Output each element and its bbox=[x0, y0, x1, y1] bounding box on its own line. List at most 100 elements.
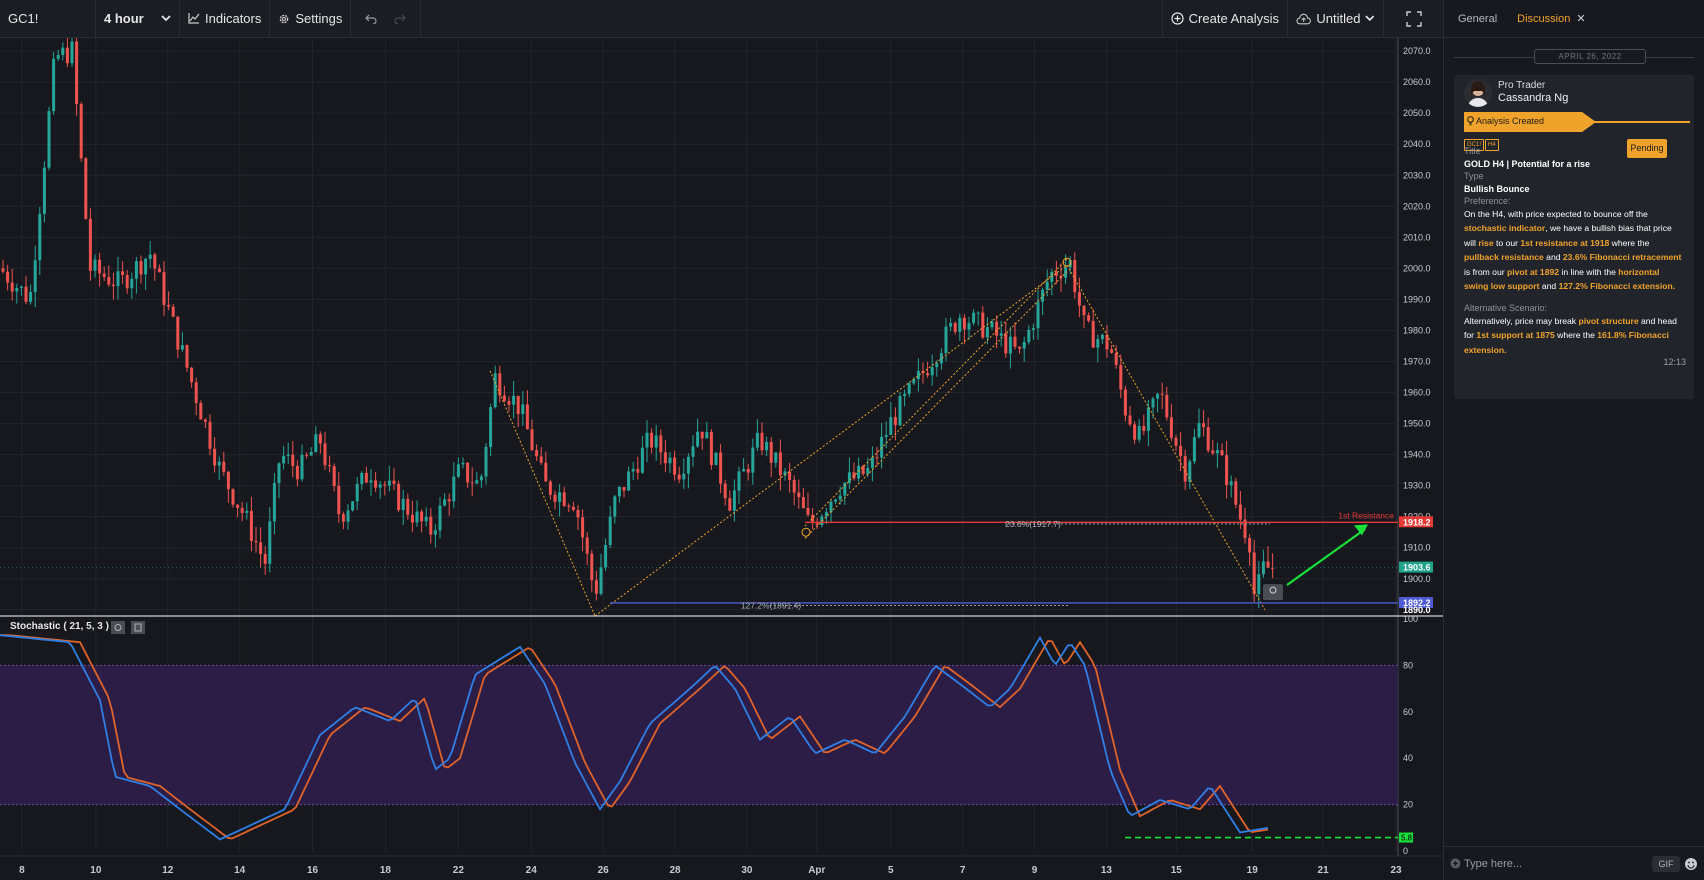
comment-input[interactable] bbox=[1464, 856, 1624, 872]
chart-toolbar: GC1! 4 hour Indicators Settings Create A… bbox=[0, 0, 1443, 38]
redo-icon[interactable] bbox=[394, 14, 407, 24]
emoji-icon[interactable] bbox=[1684, 857, 1698, 871]
candle-body bbox=[245, 510, 249, 513]
candle-body bbox=[824, 512, 828, 517]
fullscreen-button[interactable] bbox=[1383, 0, 1443, 38]
date-tick-label: 15 bbox=[1171, 865, 1183, 876]
status-badge: Pending bbox=[1627, 139, 1667, 158]
candle-body bbox=[461, 462, 465, 465]
candle-body bbox=[525, 404, 529, 430]
candle-body bbox=[884, 434, 888, 437]
settings-button[interactable]: Settings bbox=[270, 0, 352, 38]
candle-body bbox=[1, 268, 5, 272]
chevron-down-icon bbox=[161, 15, 171, 22]
preference-text: On the H4, with price expected to bounce… bbox=[1464, 207, 1686, 293]
indicators-icon bbox=[188, 13, 200, 24]
candle-body bbox=[594, 580, 598, 594]
candle-body bbox=[1105, 334, 1109, 350]
body-text: and bbox=[1539, 281, 1559, 292]
date-tick-label: 8 bbox=[19, 865, 25, 876]
cloud-upload-icon bbox=[1296, 13, 1311, 24]
candle-body bbox=[875, 457, 879, 459]
type-label: Type bbox=[1464, 171, 1484, 181]
close-icon[interactable]: ✕ bbox=[1576, 12, 1585, 25]
date-tick-label: 12 bbox=[162, 865, 174, 876]
candle-body bbox=[723, 483, 727, 499]
candle-body bbox=[199, 402, 203, 420]
price-tick-label: 1970.0 bbox=[1403, 356, 1431, 366]
plus-circle-icon[interactable] bbox=[1450, 858, 1461, 869]
fib-23-label: 23.6%(1917.7) bbox=[1005, 519, 1061, 529]
candle-body bbox=[116, 271, 120, 287]
indicator-remove-button[interactable] bbox=[131, 621, 145, 634]
candle-body bbox=[834, 499, 838, 502]
banner-line bbox=[1592, 121, 1690, 123]
tab-discussion[interactable]: Discussion ✕ bbox=[1517, 12, 1585, 26]
candle-body bbox=[355, 483, 359, 502]
alternative-text: Alternatively, price may break pivot str… bbox=[1464, 314, 1686, 357]
candle-body bbox=[466, 462, 470, 483]
price-badge-label: 1903.6 bbox=[1403, 563, 1431, 573]
date-tick-label: 23 bbox=[1390, 865, 1402, 876]
candle-body bbox=[1169, 417, 1173, 438]
fullscreen-icon bbox=[1405, 10, 1422, 27]
candle-body bbox=[1004, 333, 1008, 354]
price-tick-label: 2030.0 bbox=[1403, 170, 1431, 180]
create-analysis-button[interactable]: Create Analysis bbox=[1161, 0, 1287, 38]
highlight-text: stochastic indicator bbox=[1464, 223, 1546, 234]
candle-body bbox=[19, 286, 23, 288]
candle-body bbox=[456, 464, 460, 477]
date-divider: APRIL 26, 2022 bbox=[1444, 38, 1704, 76]
price-tick-label: 2050.0 bbox=[1403, 108, 1431, 118]
indicators-button[interactable]: Indicators bbox=[180, 0, 271, 38]
candle-body bbox=[806, 508, 810, 515]
candle-body bbox=[696, 431, 700, 447]
candle-body bbox=[300, 454, 304, 480]
body-text: Alternatively, price may break bbox=[1464, 316, 1579, 326]
candle-body bbox=[576, 509, 580, 518]
symbol-search[interactable]: GC1! bbox=[0, 0, 96, 38]
candle-body bbox=[746, 468, 750, 473]
candle-body bbox=[167, 304, 171, 307]
indicator-label: Stochastic ( 21, 5, 3 ) bbox=[10, 621, 109, 632]
candle-body bbox=[1133, 424, 1137, 440]
analysis-card: Pro Trader Cassandra Ng Analysis Created… bbox=[1454, 75, 1694, 399]
candle-body bbox=[240, 507, 244, 513]
candle-body bbox=[516, 395, 520, 415]
body-text: On the H4, with price expected to bounce… bbox=[1464, 209, 1648, 219]
gif-button[interactable]: GIF bbox=[1652, 856, 1680, 872]
candle-body bbox=[213, 448, 217, 466]
layout-dropdown[interactable]: Untitled bbox=[1287, 0, 1383, 38]
candle-body bbox=[548, 481, 552, 495]
plus-circle-icon bbox=[1171, 12, 1184, 25]
candle-body bbox=[705, 431, 709, 439]
candle-body bbox=[484, 446, 488, 477]
price-badge-label: 1918.2 bbox=[1403, 517, 1431, 527]
price-chart[interactable]: 2070.02060.02050.02040.02030.02020.02010… bbox=[0, 38, 1443, 880]
body-text: in line with the bbox=[1559, 266, 1619, 277]
undo-icon[interactable] bbox=[365, 14, 377, 24]
candle-body bbox=[1091, 320, 1095, 348]
candle-body bbox=[866, 467, 870, 475]
chart-area[interactable]: 2070.0 2060.0 2050.0 2040.0 2030.0 2020.0 2010… bbox=[0, 38, 1443, 880]
candle-body bbox=[111, 284, 115, 287]
candle-body bbox=[263, 554, 267, 564]
price-tick-label: 2040.0 bbox=[1403, 139, 1431, 149]
candle-body bbox=[755, 432, 759, 448]
title-label: Title bbox=[1464, 146, 1481, 156]
candle-body bbox=[443, 499, 447, 506]
indicator-settings-button[interactable] bbox=[111, 621, 125, 634]
candle-body bbox=[1192, 437, 1196, 462]
candle-body bbox=[1266, 561, 1270, 568]
candle-body bbox=[162, 272, 166, 305]
tab-general[interactable]: General bbox=[1458, 13, 1497, 25]
price-tick-label: 1980.0 bbox=[1403, 325, 1431, 335]
indicator-value-label: 5.8 bbox=[1401, 834, 1413, 843]
candle-body bbox=[254, 541, 258, 543]
tab-discussion-label: Discussion bbox=[1517, 12, 1571, 25]
candle-body bbox=[125, 275, 129, 289]
highlight-text: 1st resistance at 1918 bbox=[1520, 237, 1610, 248]
indicators-label: Indicators bbox=[205, 11, 262, 26]
interval-dropdown[interactable]: 4 hour bbox=[96, 0, 180, 38]
date-tick-label: 18 bbox=[380, 865, 392, 876]
